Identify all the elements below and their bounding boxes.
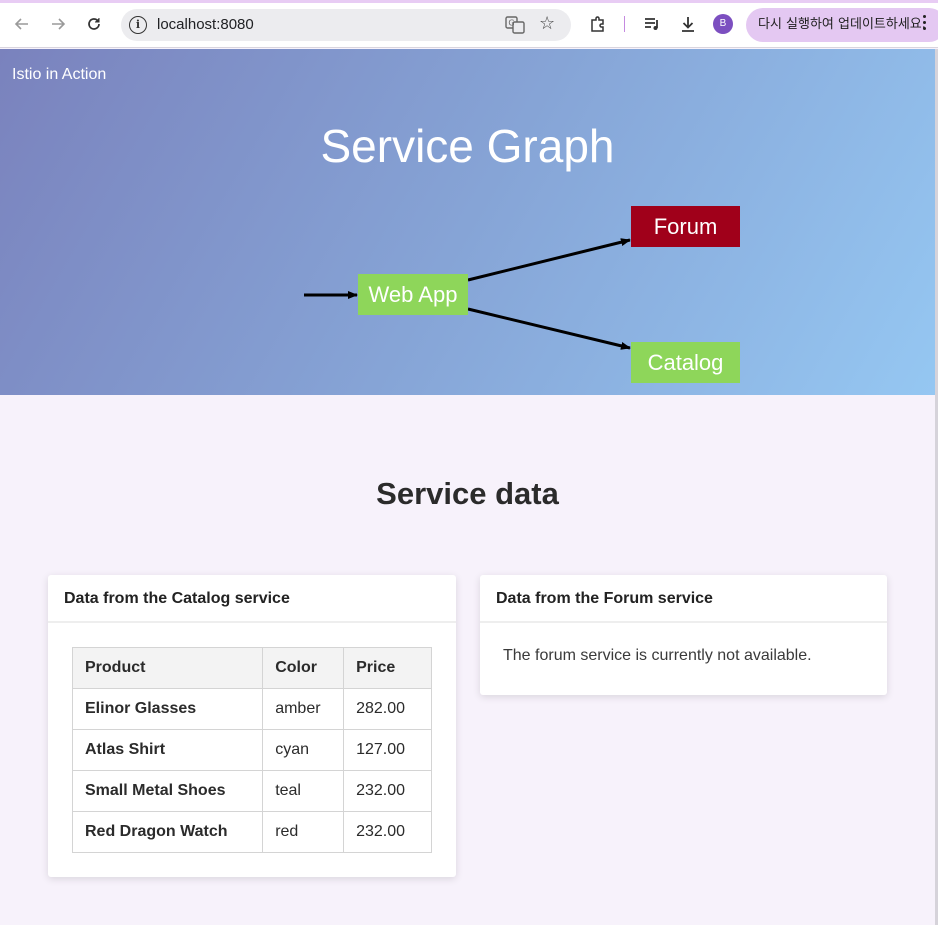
back-button[interactable]: [10, 12, 34, 36]
product-price: 232.00: [343, 811, 432, 853]
product-name: Red Dragon Watch: [71, 811, 264, 853]
tab-strip-edge: [0, 0, 938, 3]
product-color: teal: [262, 770, 345, 812]
playlist-icon: [645, 18, 658, 30]
puzzle-icon: [591, 16, 604, 32]
table-header-row: Product Color Price: [71, 647, 432, 689]
forum-card: Data from the Forum service The forum se…: [480, 575, 887, 695]
product-color: amber: [262, 688, 345, 730]
download-icon: [682, 17, 694, 32]
product-price: 232.00: [343, 770, 432, 812]
site-info-icon[interactable]: i: [129, 16, 147, 34]
product-color: red: [262, 811, 345, 853]
products-table: Product Color Price Elinor Glasses amber…: [71, 647, 432, 853]
forum-card-title: Data from the Forum service: [480, 575, 887, 623]
column-header-product: Product: [71, 647, 264, 689]
bookmark-star-icon[interactable]: ☆: [539, 13, 555, 34]
node-webapp: Web App: [358, 274, 468, 315]
arrow-left-icon: [14, 18, 28, 30]
update-button[interactable]: 다시 실행하여 업데이트하세요.: [746, 8, 938, 42]
product-name: Elinor Glasses: [71, 688, 264, 730]
table-row: Red Dragon Watch red 232.00: [71, 811, 432, 853]
product-price: 282.00: [343, 688, 432, 730]
node-webapp-label: Web App: [369, 282, 458, 307]
table-row: Small Metal Shoes teal 232.00: [71, 770, 432, 812]
catalog-card-title: Data from the Catalog service: [48, 575, 456, 623]
forward-button[interactable]: [46, 12, 70, 36]
toolbar-divider: [624, 16, 625, 32]
browser-toolbar: i localhost:8080 G ☆ B 다시 실행하여 업데이트하세요.: [0, 0, 938, 48]
product-name: Atlas Shirt: [71, 729, 264, 771]
forum-status-message: The forum service is currently not avail…: [503, 647, 812, 664]
service-graph: Web App Forum Catalog: [304, 206, 740, 383]
product-color: cyan: [262, 729, 345, 771]
section-title: Service data: [376, 476, 559, 511]
product-name: Small Metal Shoes: [71, 770, 264, 812]
menu-kebab-icon[interactable]: [921, 15, 927, 33]
profile-avatar[interactable]: B: [713, 14, 733, 34]
product-price: 127.00: [343, 729, 432, 771]
node-catalog-label: Catalog: [648, 350, 724, 375]
table-row: Elinor Glasses amber 282.00: [71, 688, 432, 730]
hero-banner: Istio in Action Service Graph Web App Fo…: [0, 49, 935, 395]
extensions-button[interactable]: [586, 12, 610, 36]
table-row: Atlas Shirt cyan 127.00: [71, 729, 432, 771]
catalog-card: Data from the Catalog service Product Co…: [48, 575, 456, 877]
downloads-button[interactable]: [676, 12, 700, 36]
column-header-color: Color: [262, 647, 345, 689]
webapp-to-forum-arrow: [467, 238, 631, 282]
node-forum-label: Forum: [654, 214, 718, 239]
reload-button[interactable]: [82, 12, 106, 36]
media-controls-button[interactable]: [640, 12, 664, 36]
translate-icon[interactable]: G: [505, 15, 525, 35]
reload-icon: [88, 18, 100, 30]
arrow-right-icon: [52, 18, 66, 30]
node-forum: Forum: [631, 206, 740, 247]
node-catalog: Catalog: [631, 342, 740, 383]
column-header-price: Price: [343, 647, 432, 689]
webapp-to-catalog-arrow: [467, 307, 631, 350]
url-text[interactable]: localhost:8080: [157, 16, 254, 33]
svg-text:G: G: [508, 19, 514, 28]
address-bar[interactable]: i localhost:8080 G ☆: [121, 9, 571, 41]
